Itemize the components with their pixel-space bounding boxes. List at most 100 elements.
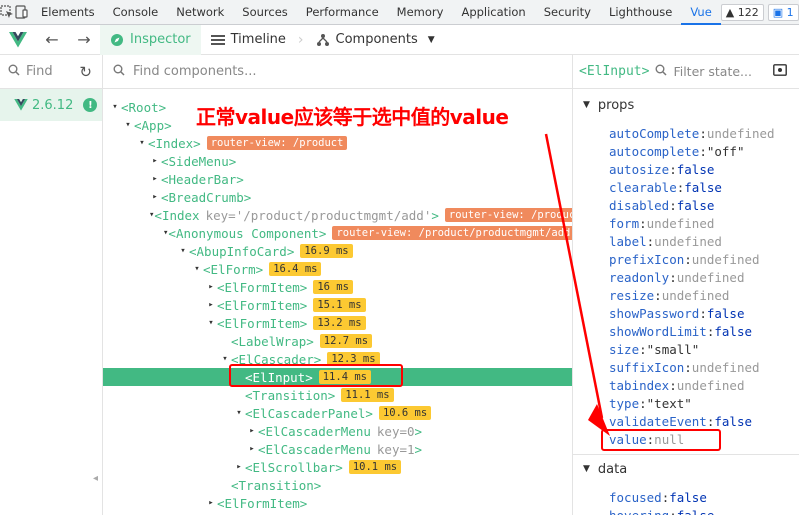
tree-row[interactable]: ▸ <ElFormItem> 16 ms: [103, 278, 572, 296]
state-value: "small": [646, 341, 700, 357]
tree-row[interactable]: ▸ <ElScrollbar> 10.1 ms: [103, 458, 572, 476]
tree-row[interactable]: <Transition> 11.1 ms: [103, 386, 572, 404]
tab-application[interactable]: Application: [452, 0, 534, 25]
caret-right-icon[interactable]: ▸: [205, 498, 217, 508]
state-colon: :: [706, 413, 715, 429]
tree-row[interactable]: ▸ <ElCascaderMenu key=1 >: [103, 440, 572, 458]
components-dropdown[interactable]: Components ▼: [306, 25, 445, 55]
state-row[interactable]: suffixIcon: undefined: [609, 358, 760, 376]
inspect-element-icon[interactable]: [0, 0, 14, 25]
tree-row[interactable]: ▾ <ElCascaderPanel> 10.6 ms: [103, 404, 572, 422]
find-input[interactable]: Find: [26, 64, 53, 79]
tab-elements[interactable]: Elements: [32, 0, 104, 25]
annotation-text: 正常value应该等于选中值的value: [196, 105, 509, 129]
state-row[interactable]: readonly: undefined: [609, 268, 744, 286]
tab-console[interactable]: Console: [104, 0, 168, 25]
messages-badge[interactable]: ▣ 1: [767, 3, 799, 21]
state-row[interactable]: resize: undefined: [609, 286, 729, 304]
collapse-left-icon[interactable]: ◂: [93, 473, 98, 484]
caret-down-icon[interactable]: ▾: [233, 408, 245, 418]
refresh-icon[interactable]: ↻: [79, 63, 92, 81]
state-row[interactable]: label: undefined: [609, 232, 722, 250]
state-row[interactable]: prefixIcon: undefined: [609, 250, 760, 268]
caret-down-icon[interactable]: ▾: [177, 246, 189, 256]
tree-row[interactable]: <Transition>: [103, 476, 572, 494]
state-key: prefixIcon: [609, 251, 685, 267]
tab-lighthouse[interactable]: Lighthouse: [600, 0, 681, 25]
components-label: Components: [335, 32, 418, 47]
state-row[interactable]: validateEvent: false: [609, 412, 752, 430]
tree-row[interactable]: ▾ <ElFormItem> 13.2 ms: [103, 314, 572, 332]
state-row[interactable]: autoComplete: undefined: [609, 124, 775, 142]
tab-sources[interactable]: Sources: [233, 0, 297, 25]
state-key: autoComplete: [609, 125, 700, 141]
tab-timeline[interactable]: Timeline: [201, 25, 296, 55]
warnings-badge[interactable]: ▲ 122: [720, 3, 764, 21]
state-row[interactable]: showPassword: false: [609, 304, 744, 322]
back-arrow-icon[interactable]: ←: [36, 25, 68, 55]
component-name: <ElCascaderMenu: [258, 423, 371, 439]
caret-right-icon[interactable]: ▸: [205, 282, 217, 292]
tree-row[interactable]: ▸ <HeaderBar>: [103, 170, 572, 188]
tree-row[interactable]: ▸ <ElFormItem>: [103, 494, 572, 512]
caret-down-icon[interactable]: ▾: [109, 102, 121, 112]
tab-inspector[interactable]: Inspector: [100, 24, 201, 55]
state-row[interactable]: autosize: false: [609, 160, 714, 178]
caret-right-icon[interactable]: ▸: [149, 156, 161, 166]
tree-row[interactable]: <LabelWrap> 12.7 ms: [103, 332, 572, 350]
state-key: autocomplete: [609, 143, 700, 159]
state-row[interactable]: hovering: false: [609, 506, 714, 515]
tree-row[interactable]: ▸ <ElFormItem> 15.1 ms: [103, 296, 572, 314]
state-row[interactable]: size: "small": [609, 340, 699, 358]
find-components-input[interactable]: Find components...: [133, 64, 256, 79]
vue-app-version[interactable]: 2.6.12 !: [0, 89, 102, 121]
caret-down-icon[interactable]: ▾: [122, 120, 134, 130]
caret-right-icon[interactable]: ▸: [149, 192, 161, 202]
router-view-badge: router-view: /product/productmgmt/add: [444, 208, 572, 222]
state-colon: :: [669, 161, 677, 177]
caret-right-icon[interactable]: ▸: [246, 426, 258, 436]
caret-right-icon[interactable]: ▸: [246, 444, 258, 454]
component-name: <LabelWrap>: [231, 333, 314, 349]
caret-right-icon[interactable]: ▸: [149, 174, 161, 184]
scroll-to-component-icon[interactable]: [773, 64, 787, 79]
tree-row[interactable]: ▾ <AbupInfoCard> 16.9 ms: [103, 242, 572, 260]
state-row[interactable]: clearable: false: [609, 178, 722, 196]
tree-row[interactable]: ▾ <ElForm> 16.4 ms: [103, 260, 572, 278]
state-row[interactable]: disabled: false: [609, 196, 714, 214]
state-row[interactable]: showWordLimit: false: [609, 322, 752, 340]
state-row[interactable]: focused: false: [609, 488, 707, 506]
state-colon: :: [684, 251, 692, 267]
state-row[interactable]: tabindex: undefined: [609, 376, 744, 394]
caret-right-icon[interactable]: ▸: [205, 300, 217, 310]
props-section-header[interactable]: ▼ props: [573, 94, 799, 116]
tree-row[interactable]: ▸ <SideMenu>: [103, 152, 572, 170]
tree-row[interactable]: ▾ <Index> router-view: /product: [103, 134, 572, 152]
tree-row[interactable]: ▸ <BreadCrumb>: [103, 188, 572, 206]
tab-vue[interactable]: Vue: [681, 0, 721, 25]
component-name: <SideMenu>: [161, 153, 237, 169]
caret-down-icon[interactable]: ▾: [219, 354, 231, 364]
data-section-header[interactable]: ▼ data: [573, 458, 799, 480]
tree-row[interactable]: ▸ <ElCascaderMenu key=0 >: [103, 422, 572, 440]
state-colon: :: [699, 305, 707, 321]
state-row[interactable]: type: "text": [609, 394, 692, 412]
state-value: undefined: [691, 359, 760, 375]
state-row[interactable]: form: undefined: [609, 214, 714, 232]
caret-down-icon[interactable]: ▾: [191, 264, 203, 274]
tab-network[interactable]: Network: [167, 0, 233, 25]
tab-memory[interactable]: Memory: [388, 0, 453, 25]
filter-state-input[interactable]: Filter state...: [673, 64, 752, 79]
state-row[interactable]: autocomplete: "off": [609, 142, 744, 160]
tab-security[interactable]: Security: [535, 0, 600, 25]
caret-down-icon[interactable]: ▾: [205, 318, 217, 328]
caret-right-icon[interactable]: ▸: [233, 462, 245, 472]
tab-performance[interactable]: Performance: [297, 0, 388, 25]
tree-row[interactable]: ▾ <Anonymous Component> router-view: /prod…: [103, 224, 572, 242]
tree-row[interactable]: ▾ <Index key='/product/productmgmt/add' > ro…: [103, 206, 572, 224]
forward-arrow-icon[interactable]: →: [68, 25, 100, 55]
device-toolbar-icon[interactable]: [14, 0, 28, 25]
caret-down-icon[interactable]: ▾: [136, 138, 148, 148]
section-divider: [573, 454, 799, 455]
state-value: false: [684, 179, 722, 195]
